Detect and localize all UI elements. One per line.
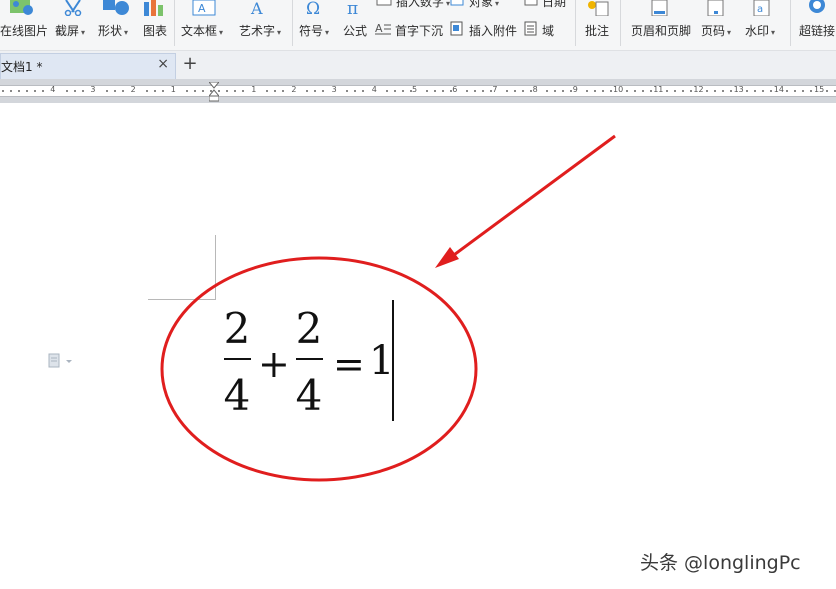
source-watermark: 头条 @longlingPc (640, 552, 801, 574)
annotation-overlay (160, 134, 616, 482)
highlight-ellipse (160, 256, 478, 482)
pointer-arrow-head (435, 247, 459, 268)
pointer-arrow-shaft (442, 134, 616, 265)
